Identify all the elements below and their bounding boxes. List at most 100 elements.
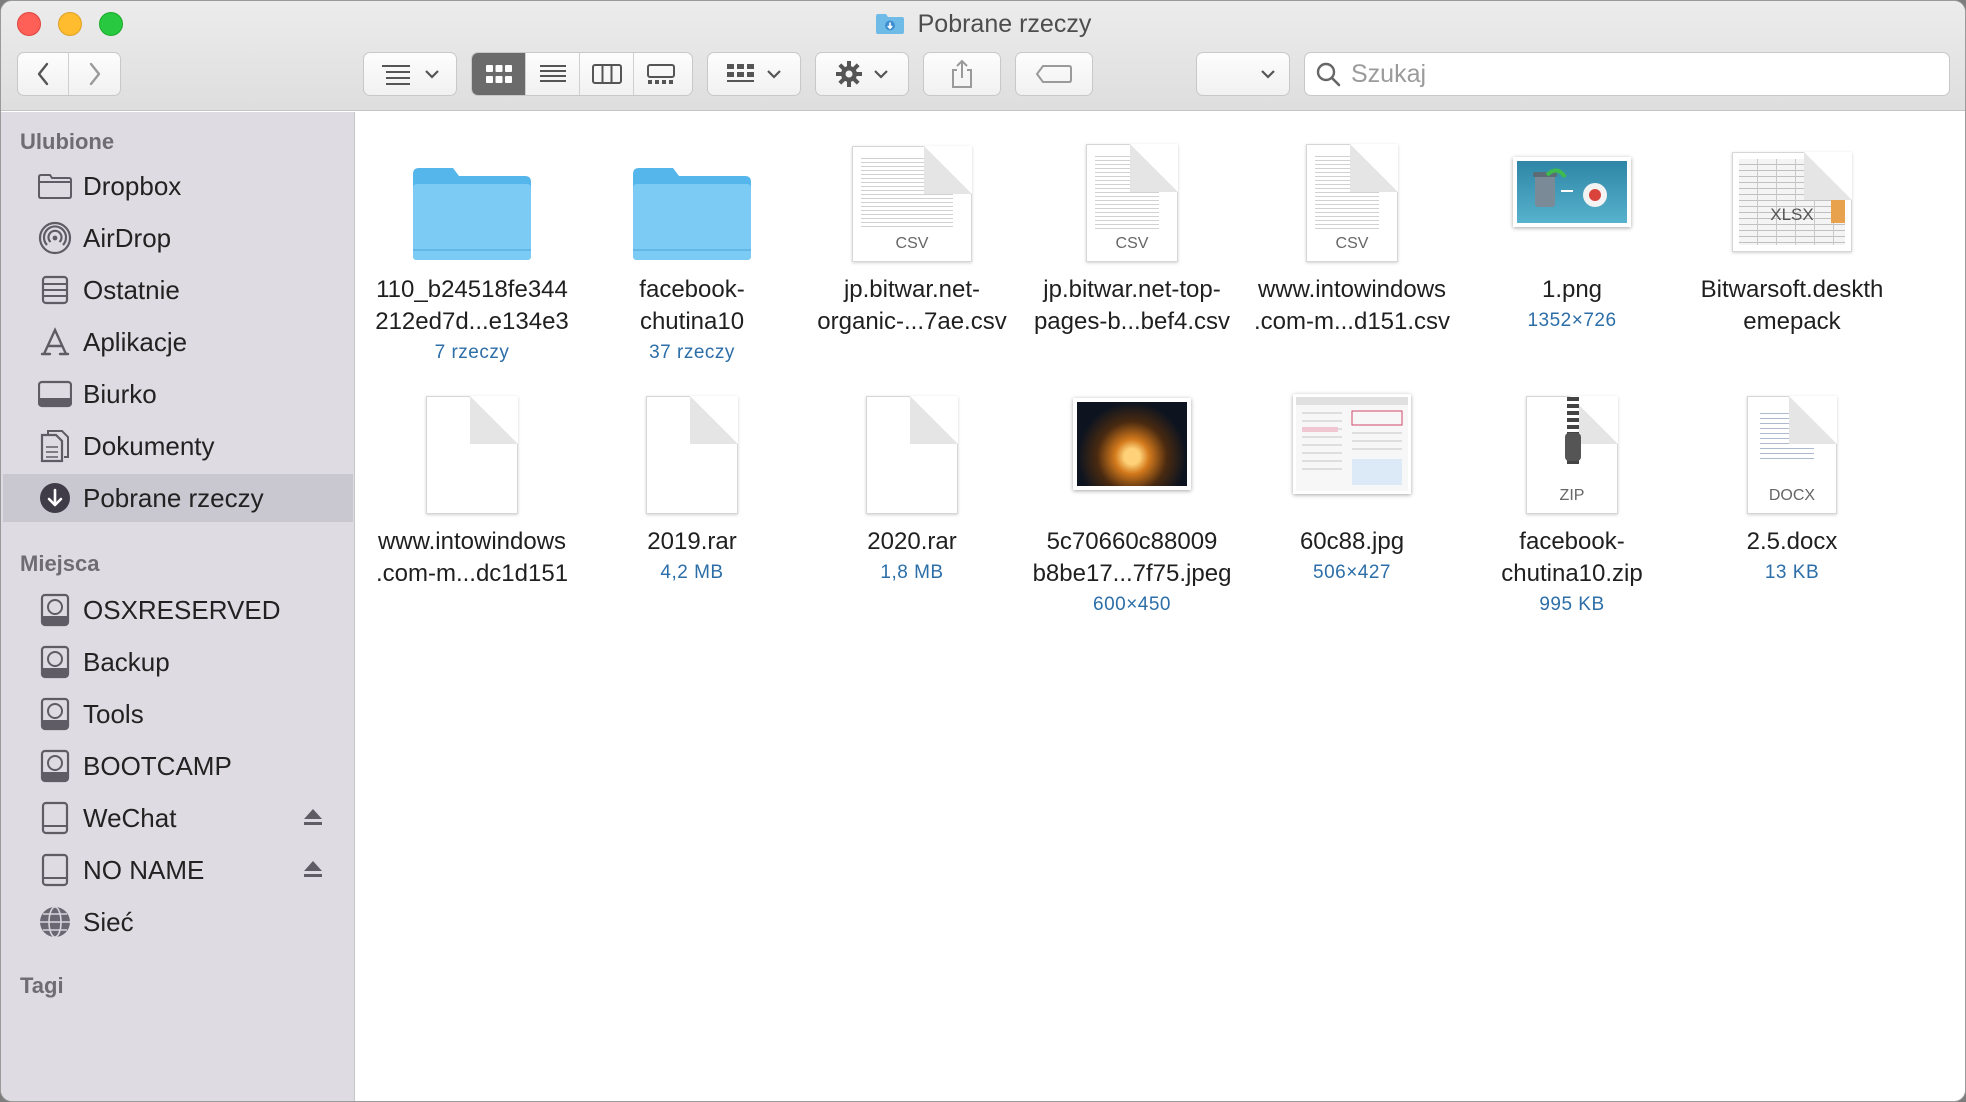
file-item-zip[interactable]: ZIP facebook-chutina10.zip 995 KB [1462,374,1682,616]
icon-view-icon [485,65,512,83]
sidebar-item-applications[interactable]: Aplikacje [3,318,353,366]
file-item-csv[interactable]: CSV jp.bitwar.net-organic-...7ae.csv [802,122,1022,338]
sidebar-item-bootcamp[interactable]: BOOTCAMP [3,742,353,790]
file-name: 2020.rar [867,528,957,555]
tag-icon [1035,65,1072,83]
file-item-jpg[interactable]: 60c88.jpg 506×427 [1242,374,1462,584]
chevron-down-icon [425,70,439,79]
file-name: 110_b24518fe344 212ed7d...e134e3 [375,276,569,335]
sidebar-item-label: Dropbox [83,170,182,201]
file-item-docx[interactable]: DOCX 2.5.docx 13 KB [1682,374,1902,584]
eject-icon[interactable] [303,808,323,826]
sidebar-item-recents[interactable]: Ostatnie [3,266,353,314]
action-menu-button[interactable] [815,52,909,96]
file-name: Bitwarsoft.deskth emepack [1700,276,1884,335]
sidebar-item-airdrop[interactable]: AirDrop [3,214,353,262]
csv-file-icon: CSV [802,122,1022,262]
folder-icon [362,122,582,262]
sidebar-item-dropbox[interactable]: Dropbox [3,162,353,210]
search-scope-dropdown[interactable] [1196,52,1290,96]
favorites-header: Ulubione [20,129,115,154]
forward-button[interactable] [69,53,120,95]
screenshot-thumbnail-icon [1242,374,1462,514]
icon-view-button[interactable] [472,53,526,95]
file-meta: 13 KB [1764,562,1820,583]
tag-button[interactable] [1015,52,1093,96]
sidebar-item-label: NO NAME [83,854,205,885]
sidebar-item-backup[interactable]: Backup [3,638,353,686]
file-item-rar[interactable]: 2020.rar 1,8 MB [802,374,1022,584]
file-name: 1.png [1541,276,1603,303]
sidebar-item-label: Dokumenty [83,430,215,461]
external-drive-icon [37,853,73,887]
sidebar-item-downloads[interactable]: Pobrane rzeczy [3,474,353,522]
sidebar-item-desktop[interactable]: Biurko [3,370,353,418]
sidebar-item-osxreserved[interactable]: OSXRESERVED [3,586,353,634]
file-name: 60c88.jpg [1299,528,1405,555]
sidebar-item-label: Aplikacje [83,326,188,357]
file-name: 5c70660c88009 b8be17...7f75.jpeg [1032,528,1232,587]
column-view-icon [591,64,622,84]
file-meta: 506×427 [1313,562,1391,583]
file-meta: 37 rzeczy [649,342,735,363]
share-icon [952,59,972,88]
file-item-folder[interactable]: 110_b24518fe344 212ed7d...e134e3 7 rzeczy [362,122,582,364]
sidebar-item-label: WeChat [83,802,177,833]
gallery-view-button[interactable] [634,53,688,95]
recents-icon [37,273,73,307]
search-input[interactable] [1351,59,1931,89]
group-sort-menu[interactable] [363,52,457,96]
sidebar-item-documents[interactable]: Dokumenty [3,422,353,470]
list-sort-icon [382,65,410,85]
chevron-right-icon [89,62,100,86]
sidebar-item-label: Sieć [83,906,134,937]
file-item-png[interactable]: 1.png 1352×726 [1462,122,1682,332]
chevron-down-icon [767,70,781,79]
file-name: jp.bitwar.net-top-pages-b...bef4.csv [1033,276,1231,335]
desktop-icon [37,377,73,411]
file-item-rar[interactable]: 2019.rar 4,2 MB [582,374,802,584]
finder-window: Pobrane rzeczy Szukaj Ulubione Dropbox A… [0,0,1966,1102]
back-button[interactable] [18,53,70,95]
sidebar-item-no-name[interactable]: NO NAME [3,846,353,894]
gallery-view-icon [647,64,675,84]
file-item-csv[interactable]: CSV jp.bitwar.net-top-pages-b...bef4.csv [1022,122,1242,338]
file-item-csv[interactable]: CSV www.intowindows .com-m...d151.csv [1242,122,1462,338]
file-name: 2019.rar [647,528,737,555]
file-item-jpeg[interactable]: 5c70660c88009 b8be17...7f75.jpeg 600×450 [1022,374,1242,616]
csv-file-icon: CSV [1022,122,1242,262]
image-thumbnail-icon [1462,122,1682,262]
gear-icon [836,61,862,87]
file-item-xlsx[interactable]: XLSX Bitwarsoft.deskth emepack [1682,122,1902,338]
file-name: facebook-chutina10 [639,276,745,335]
disk-icon [37,593,73,627]
tags-header: Tagi [20,973,64,998]
sidebar: Ulubione Dropbox AirDrop Ostatnie Aplika… [1,112,355,1101]
toolbar: Pobrane rzeczy [1,1,1965,111]
disk-icon [37,645,73,679]
chevron-down-icon [874,70,888,79]
share-button[interactable] [923,52,1001,96]
sidebar-item-network[interactable]: Sieć [3,898,353,946]
downloads-icon [37,481,73,515]
zip-file-icon: ZIP [1462,374,1682,514]
blank-file-icon [362,374,582,514]
file-meta: 1,8 MB [880,562,944,583]
file-meta: 600×450 [1093,594,1171,615]
sidebar-item-label: Biurko [83,378,157,409]
file-name: facebook-chutina10.zip [1501,528,1643,587]
eject-icon[interactable] [303,860,323,878]
file-item-blank[interactable]: www.intowindows .com-m...dc1d151 [362,374,582,590]
sidebar-item-label: OSXRESERVED [83,594,281,625]
file-item-folder[interactable]: facebook-chutina10 37 rzeczy [582,122,802,364]
sidebar-item-wechat[interactable]: WeChat [3,794,353,842]
list-view-button[interactable] [526,53,580,95]
group-button[interactable] [707,52,801,96]
sidebar-item-label: Tools [83,698,144,729]
file-meta: 7 rzeczy [434,342,510,363]
network-icon [37,905,73,939]
file-name: www.intowindows .com-m...dc1d151 [375,528,569,587]
search-icon [1316,62,1341,87]
sidebar-item-tools[interactable]: Tools [3,690,353,738]
column-view-button[interactable] [580,53,634,95]
